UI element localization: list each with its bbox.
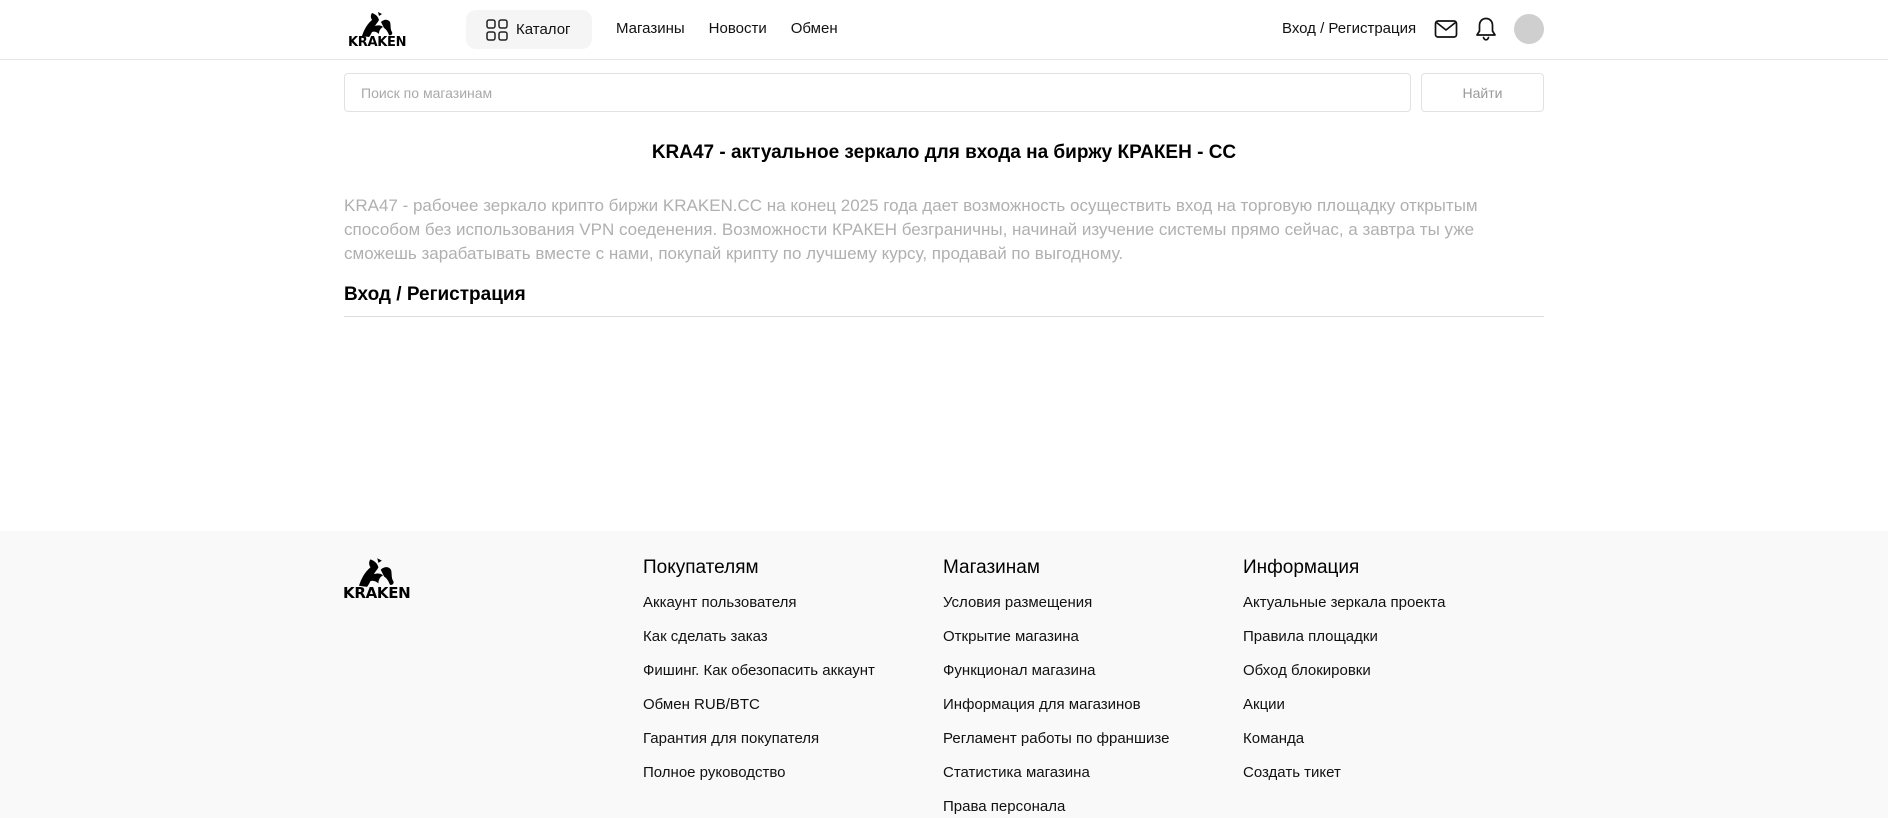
footer-link[interactable]: Аккаунт пользователя xyxy=(643,594,875,628)
search-input[interactable] xyxy=(344,73,1411,112)
footer-column-title: Информация xyxy=(1243,557,1360,578)
page-title: KRA47 - актуальное зеркало для входа на … xyxy=(651,142,1237,163)
mail-icon[interactable] xyxy=(1434,17,1458,41)
footer-logo-text: KRAKEN xyxy=(343,584,411,602)
footer-link[interactable]: Права персонала xyxy=(943,798,1169,818)
footer-link[interactable]: Открытие магазина xyxy=(943,628,1169,662)
footer-link[interactable]: Обход блокировки xyxy=(1243,662,1445,696)
catalog-label: Каталог xyxy=(516,21,571,38)
footer-logo[interactable]: KRAKEN xyxy=(343,556,411,602)
header: KRAKEN Каталог Магазины Новости Обмен Вх… xyxy=(0,0,1888,60)
footer-link[interactable]: Функционал магазина xyxy=(943,662,1169,696)
footer-link[interactable]: Правила площадки xyxy=(1243,628,1445,662)
logo-text: KRAKEN xyxy=(348,35,407,50)
footer-column-title: Магазинам xyxy=(943,557,1040,578)
nav-item-exchange[interactable]: Обмен xyxy=(791,20,838,37)
footer-link[interactable]: Полное руководство xyxy=(643,764,875,798)
footer-column-shops: Магазинам Условия размещения Открытие ма… xyxy=(943,557,1169,818)
footer-column-title: Покупателям xyxy=(643,557,759,578)
nav-item-news[interactable]: Новости xyxy=(709,20,767,37)
footer-link[interactable]: Создать тикет xyxy=(1243,764,1445,798)
section-heading-login: Вход / Регистрация xyxy=(344,284,526,305)
footer-link[interactable]: Акции xyxy=(1243,696,1445,730)
footer-link[interactable]: Как сделать заказ xyxy=(643,628,875,662)
kraken-octopus-logo-icon xyxy=(362,12,393,37)
page-description: KRA47 - рабочее зеркало крипто биржи KRA… xyxy=(344,196,1478,263)
divider xyxy=(344,316,1544,317)
footer-link[interactable]: Фишинг. Как обезопасить аккаунт xyxy=(643,662,875,696)
login-register-link[interactable]: Вход / Регистрация xyxy=(1282,20,1416,37)
bell-icon[interactable] xyxy=(1474,16,1498,42)
footer-column-buyers: Покупателям Аккаунт пользователя Как сде… xyxy=(643,557,875,798)
nav-item-shops[interactable]: Магазины xyxy=(616,20,685,37)
footer-link[interactable]: Условия размещения xyxy=(943,594,1169,628)
grid-icon xyxy=(486,18,508,41)
catalog-button[interactable]: Каталог xyxy=(466,10,592,49)
footer-link[interactable]: Информация для магазинов xyxy=(943,696,1169,730)
search-button[interactable]: Найти xyxy=(1421,73,1544,112)
footer-link[interactable]: Статистика магазина xyxy=(943,764,1169,798)
logo[interactable]: KRAKEN xyxy=(348,10,407,50)
footer-link[interactable]: Обмен RUB/BTC xyxy=(643,696,875,730)
footer-link[interactable]: Команда xyxy=(1243,730,1445,764)
footer-link[interactable]: Актуальные зеркала проекта xyxy=(1243,594,1445,628)
footer-column-info: Информация Актуальные зеркала проекта Пр… xyxy=(1243,557,1445,798)
main-nav: Магазины Новости Обмен xyxy=(616,20,862,37)
footer: KRAKEN Покупателям Аккаунт пользователя … xyxy=(0,531,1888,818)
footer-link[interactable]: Регламент работы по франшизе xyxy=(943,730,1169,764)
avatar[interactable] xyxy=(1514,14,1544,44)
footer-link[interactable]: Гарантия для покупателя xyxy=(643,730,875,764)
